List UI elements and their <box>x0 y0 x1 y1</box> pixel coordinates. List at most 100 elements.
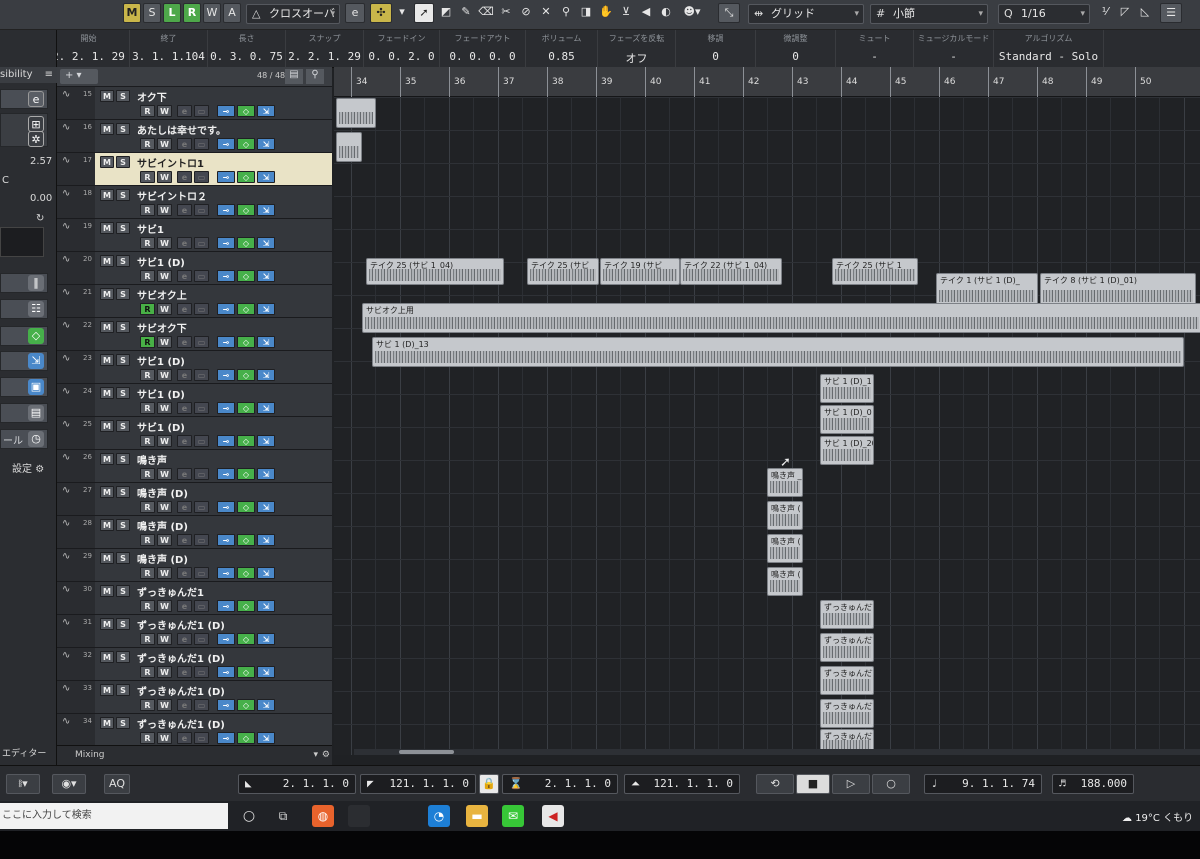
freeze-button[interactable]: ▭ <box>194 171 209 183</box>
eq-icon[interactable]: ◇ <box>237 468 255 480</box>
solo-button[interactable]: S <box>116 90 130 102</box>
freeze-button[interactable]: ▭ <box>194 501 209 513</box>
visibility-header[interactable]: sibility ≡ <box>0 67 57 83</box>
record-enable-button[interactable]: R <box>140 468 155 480</box>
track-row[interactable]: ∿ 15 M S オク下 R We ▭ ⊸ ◇ ⇲ <box>57 87 332 120</box>
all-automation-button[interactable]: A <box>223 3 241 23</box>
mute-button[interactable]: M <box>100 519 114 531</box>
record-enable-button[interactable]: R <box>140 534 155 546</box>
record-button[interactable]: ○ <box>872 774 910 794</box>
file-explorer-icon[interactable]: ▬ <box>466 805 488 827</box>
audio-event[interactable]: 鳴き声 ( <box>767 501 803 530</box>
freeze-button[interactable]: ▭ <box>194 237 209 249</box>
window-layout-icon[interactable]: ☰ <box>1160 3 1182 23</box>
input-field[interactable] <box>0 227 44 257</box>
monitor-button[interactable]: W <box>157 402 172 414</box>
track-name[interactable]: サビイントロ２ <box>137 188 207 203</box>
edit-channel-button[interactable]: e <box>177 468 192 480</box>
freeze-button[interactable]: ▭ <box>194 435 209 447</box>
record-enable-button[interactable]: R <box>140 336 155 348</box>
sends-icon[interactable]: ⇲ <box>257 402 275 414</box>
inserts-icon[interactable]: ⊸ <box>217 534 235 546</box>
eq-icon[interactable]: ◇ <box>237 666 255 678</box>
task-view-icon[interactable]: ○ <box>238 805 260 827</box>
sends-icon[interactable]: ⇲ <box>257 171 275 183</box>
eq-icon[interactable]: ◇ <box>237 270 255 282</box>
sends-icon[interactable]: ⇲ <box>257 336 275 348</box>
firefox-icon[interactable]: ◍ <box>312 805 334 827</box>
write-automation-button[interactable]: W <box>203 3 221 23</box>
info-musical-mode[interactable]: ミュージカルモード - <box>914 30 994 68</box>
left-locator-field[interactable]: ◣ 2. 1. 1. 0 <box>238 774 356 794</box>
audio-event[interactable]: サビオク上用 <box>362 303 1200 333</box>
auto-quantize-button[interactable]: AQ <box>104 774 130 794</box>
edit-channel-button[interactable]: e <box>177 204 192 216</box>
glue-tool-icon[interactable]: ⊘ <box>517 3 535 23</box>
track-name[interactable]: サビ1 (D) <box>137 419 185 434</box>
track-row[interactable]: ∿ 26 M S 鳴き声 R We ▭ ⊸ ◇ ⇲ <box>57 450 332 483</box>
monitor-button[interactable]: W <box>157 138 172 150</box>
edit-channel-button[interactable]: e <box>177 402 192 414</box>
info-phase[interactable]: フェーズを反転 オフ <box>598 30 676 68</box>
audio-event[interactable] <box>336 132 362 162</box>
edit-channel-button[interactable]: e <box>177 270 192 282</box>
inserts-icon[interactable]: ⊸ <box>217 501 235 513</box>
range-tool-icon[interactable]: ◩ <box>437 3 455 23</box>
mute-button[interactable]: M <box>100 156 114 168</box>
track-row[interactable]: ∿ 19 M S サビ1 R We ▭ ⊸ ◇ ⇲ <box>57 219 332 252</box>
eq-icon[interactable]: ◇ <box>237 633 255 645</box>
gear-icon[interactable]: ⚙ <box>322 746 330 765</box>
sends-icon[interactable]: ⇲ <box>257 468 275 480</box>
audio-event[interactable]: 鳴き声 ( <box>767 567 803 596</box>
mute-button[interactable]: M <box>100 255 114 267</box>
audio-event[interactable]: サビ 1 (D)_0 <box>820 405 874 434</box>
freeze-button[interactable]: ▭ <box>194 666 209 678</box>
edge-icon[interactable]: ◔ <box>428 805 450 827</box>
eq-icon[interactable]: ◇ <box>237 171 255 183</box>
solo-button[interactable]: S <box>116 255 130 267</box>
edit-channel-button[interactable]: e <box>177 237 192 249</box>
mute-button[interactable]: M <box>100 453 114 465</box>
track-row[interactable]: ∿ 18 M S サビイントロ２ R We ▭ ⊸ ◇ ⇲ <box>57 186 332 219</box>
settings-link[interactable]: 設定 ⚙ <box>12 460 44 475</box>
swing-icon[interactable]: ⅟ <box>1096 3 1114 23</box>
lock-icon[interactable]: 🔒 <box>479 774 499 794</box>
editor-tab[interactable]: エディター <box>2 746 46 759</box>
monitor-button[interactable]: W <box>157 699 172 711</box>
track-name[interactable]: 鳴き声 (D) <box>137 551 188 566</box>
task-switch-icon[interactable]: ⧉ <box>272 805 294 827</box>
quantize-setup-icon[interactable]: ◸ <box>1116 3 1134 23</box>
inserts-icon[interactable]: ⊸ <box>217 600 235 612</box>
audio-event[interactable]: サビ 1 (D)_13 <box>372 337 1184 367</box>
read-automation-button[interactable]: R <box>183 3 201 23</box>
quantize-dropdown[interactable]: Q 1/16 ▾ <box>998 4 1090 24</box>
audio-event[interactable]: テイク 8 (サビ 1 (D)_01) <box>1040 273 1196 306</box>
sends-icon[interactable]: ⇲ <box>257 270 275 282</box>
edit-channel-button[interactable]: e <box>177 501 192 513</box>
track-name[interactable]: ずっきゅんだ1 (D) <box>137 683 225 698</box>
sends-icon[interactable]: ⇲ <box>257 435 275 447</box>
info-transpose[interactable]: 移調 0 <box>676 30 756 68</box>
edit-channel-button[interactable]: e <box>177 600 192 612</box>
track-row[interactable]: ∿ 34 M S ずっきゅんだ1 (D) R We ▭ ⊸ ◇ ⇲ <box>57 714 332 747</box>
record-enable-button[interactable]: R <box>140 633 155 645</box>
mute-button[interactable]: M <box>100 387 114 399</box>
record-mode-icon[interactable]: ◉▾ <box>52 774 86 794</box>
solo-button[interactable]: S <box>116 222 130 234</box>
inspector-tab-fader[interactable]: ▣ <box>0 377 48 397</box>
eq-icon[interactable]: ◇ <box>237 600 255 612</box>
track-row[interactable]: ∿ 16 M S あたしは幸せです。 R We ▭ ⊸ ◇ ⇲ <box>57 120 332 153</box>
search-icon[interactable]: ⚲ <box>306 69 324 84</box>
edit-channel-button[interactable]: e <box>177 732 192 744</box>
inserts-icon[interactable]: ⊸ <box>217 567 235 579</box>
track-row[interactable]: ∿ 30 M S ずっきゅんだ1 R We ▭ ⊸ ◇ ⇲ <box>57 582 332 615</box>
edit-channel-button[interactable]: e <box>177 105 192 117</box>
mute-tool-icon[interactable]: ✕ <box>537 3 555 23</box>
arrange-area[interactable]: テイク 25 (サビ 1_04) テイク 25 (サビ テイク 19 (サビ テイク … <box>334 97 1200 755</box>
inspector-tab-strip[interactable]: ◇ <box>0 326 48 346</box>
audio-event[interactable]: テイク 1 (サビ 1 (D)_ <box>936 273 1038 306</box>
monitor-button[interactable]: W <box>157 534 172 546</box>
eq-icon[interactable]: ◇ <box>237 369 255 381</box>
info-algorithm[interactable]: アルゴリズム Standard - Solo <box>994 30 1104 68</box>
record-enable-button[interactable]: R <box>140 402 155 414</box>
